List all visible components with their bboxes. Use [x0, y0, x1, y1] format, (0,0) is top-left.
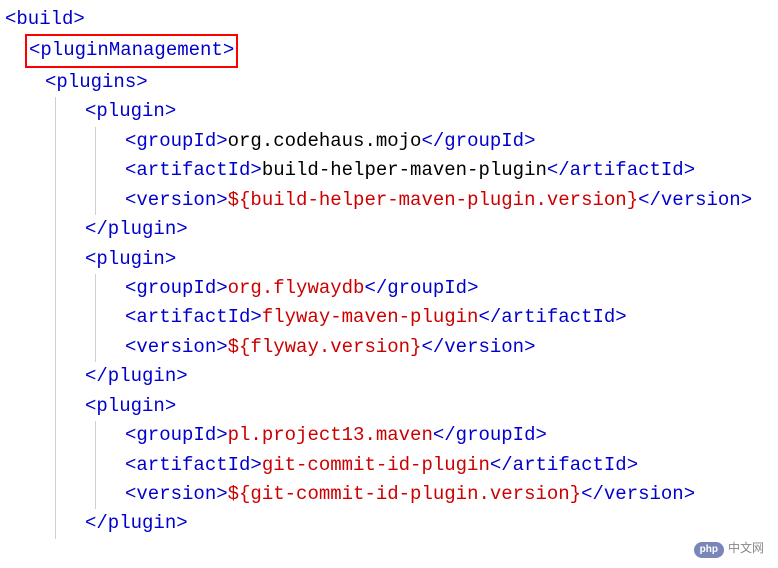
- plugin-close-tag: </plugin>: [85, 512, 188, 534]
- artifactId-open: <artifactId>: [125, 306, 262, 328]
- version-value: ${build-helper-maven-plugin.version}: [228, 189, 638, 211]
- pluginManagement-open-line: <pluginManagement>: [5, 34, 773, 67]
- groupId-open: <groupId>: [125, 130, 228, 152]
- plugins-open-tag: <plugins>: [45, 71, 148, 93]
- groupId-line: <groupId>pl.project13.maven</groupId>: [5, 421, 773, 450]
- plugins-open-line: <plugins>: [5, 68, 773, 97]
- artifactId-close: </artifactId>: [547, 159, 695, 181]
- plugin-close-line: </plugin>: [5, 215, 773, 244]
- php-icon: php: [694, 542, 724, 558]
- version-value: ${git-commit-id-plugin.version}: [228, 483, 581, 505]
- plugin-close-tag: </plugin>: [85, 365, 188, 387]
- plugin-open-tag: <plugin>: [85, 100, 176, 122]
- tag-text: <build>: [5, 8, 85, 30]
- version-open: <version>: [125, 483, 228, 505]
- version-line: <version>${flyway.version}</version>: [5, 333, 773, 362]
- artifactId-line: <artifactId>build-helper-maven-plugin</a…: [5, 156, 773, 185]
- version-open: <version>: [125, 336, 228, 358]
- pluginManagement-open-tag: <pluginManagement>: [29, 39, 234, 61]
- plugin-open-line: <plugin>: [5, 245, 773, 274]
- artifactId-value: build-helper-maven-plugin: [262, 159, 547, 181]
- groupId-line: <groupId>org.codehaus.mojo</groupId>: [5, 127, 773, 156]
- artifactId-close: </artifactId>: [490, 454, 638, 476]
- watermark: php 中文网: [688, 537, 770, 560]
- artifactId-value: git-commit-id-plugin: [262, 454, 490, 476]
- version-line: <version>${build-helper-maven-plugin.ver…: [5, 186, 773, 215]
- build-open-tag: <build>: [5, 5, 773, 34]
- groupId-line: <groupId>org.flywaydb</groupId>: [5, 274, 773, 303]
- version-line: <version>${git-commit-id-plugin.version}…: [5, 480, 773, 509]
- groupId-close: </groupId>: [433, 424, 547, 446]
- plugin-open-line: <plugin>: [5, 97, 773, 126]
- artifactId-value: flyway-maven-plugin: [262, 306, 479, 328]
- groupId-open: <groupId>: [125, 277, 228, 299]
- groupId-value: org.codehaus.mojo: [228, 130, 422, 152]
- highlight-box: <pluginManagement>: [25, 34, 238, 67]
- plugin-open-tag: <plugin>: [85, 248, 176, 270]
- groupId-open: <groupId>: [125, 424, 228, 446]
- watermark-text: 中文网: [728, 541, 764, 555]
- version-close: </version>: [421, 336, 535, 358]
- plugin-open-tag: <plugin>: [85, 395, 176, 417]
- artifactId-open: <artifactId>: [125, 159, 262, 181]
- version-close: </version>: [638, 189, 752, 211]
- version-open: <version>: [125, 189, 228, 211]
- plugin-open-line: <plugin>: [5, 392, 773, 421]
- plugin-close-tag: </plugin>: [85, 218, 188, 240]
- artifactId-close: </artifactId>: [478, 306, 626, 328]
- groupId-close: </groupId>: [364, 277, 478, 299]
- artifactId-open: <artifactId>: [125, 454, 262, 476]
- groupId-close: </groupId>: [421, 130, 535, 152]
- artifactId-line: <artifactId>flyway-maven-plugin</artifac…: [5, 303, 773, 332]
- plugin-close-line: </plugin>: [5, 509, 773, 538]
- groupId-value: pl.project13.maven: [228, 424, 433, 446]
- groupId-value: org.flywaydb: [228, 277, 365, 299]
- version-close: </version>: [581, 483, 695, 505]
- plugin-close-line: </plugin>: [5, 362, 773, 391]
- artifactId-line: <artifactId>git-commit-id-plugin</artifa…: [5, 451, 773, 480]
- version-value: ${flyway.version}: [228, 336, 422, 358]
